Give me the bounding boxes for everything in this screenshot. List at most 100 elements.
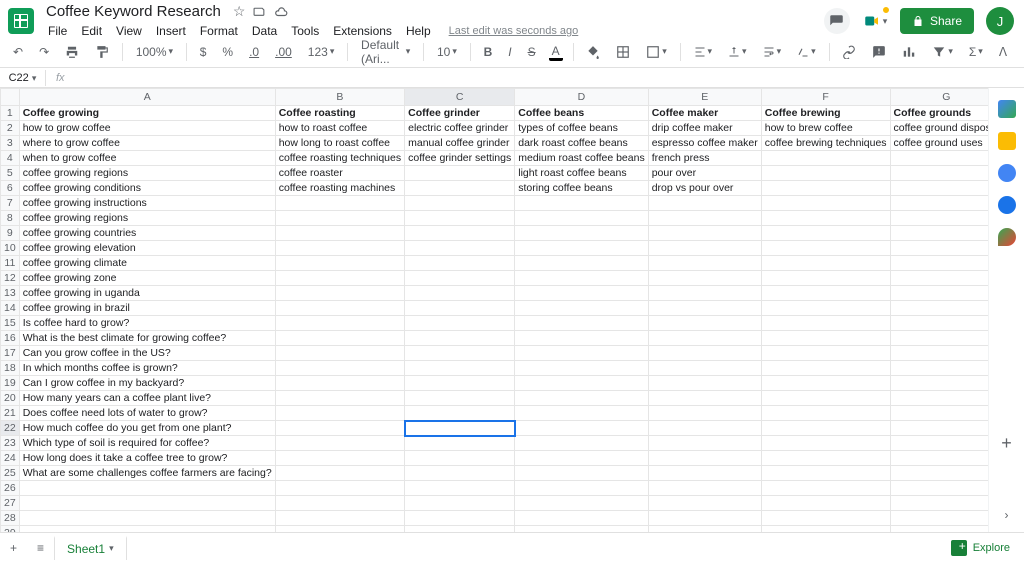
cell[interactable]: Coffee growing (19, 106, 275, 121)
format-percent-icon[interactable]: % (219, 43, 236, 61)
row-header[interactable]: 25 (1, 466, 20, 481)
cell[interactable] (275, 226, 404, 241)
cell[interactable] (515, 496, 648, 511)
paint-format-icon[interactable] (92, 43, 112, 61)
cell[interactable]: medium roast coffee beans (515, 151, 648, 166)
format-currency-icon[interactable]: $ (197, 43, 210, 61)
cell[interactable] (648, 331, 761, 346)
comment-icon[interactable] (869, 43, 889, 61)
cell[interactable] (275, 271, 404, 286)
cell[interactable] (890, 166, 988, 181)
all-sheets-icon[interactable]: ≡ (27, 541, 54, 555)
cell[interactable] (405, 181, 515, 196)
cell[interactable]: coffee growing climate (19, 256, 275, 271)
cell[interactable] (19, 526, 275, 533)
row-header[interactable]: 8 (1, 211, 20, 226)
cell[interactable]: coffee brewing techniques (761, 136, 890, 151)
cell[interactable]: Coffee beans (515, 106, 648, 121)
row-header[interactable]: 20 (1, 391, 20, 406)
cell[interactable] (761, 271, 890, 286)
cell[interactable] (648, 301, 761, 316)
cell[interactable]: dark roast coffee beans (515, 136, 648, 151)
cell[interactable] (761, 391, 890, 406)
row-header[interactable]: 22 (1, 421, 20, 436)
cell[interactable]: In which months coffee is grown? (19, 361, 275, 376)
row-header[interactable]: 1 (1, 106, 20, 121)
explore-button[interactable]: Explore (937, 540, 1024, 556)
row-header[interactable]: 5 (1, 166, 20, 181)
filter-icon[interactable]: ▾ (929, 43, 956, 61)
cell[interactable] (275, 241, 404, 256)
increase-decimal-icon[interactable]: .00 (272, 43, 295, 61)
cell[interactable]: coffee roasting machines (275, 181, 404, 196)
cell[interactable] (761, 496, 890, 511)
cell[interactable] (648, 496, 761, 511)
cell[interactable] (890, 451, 988, 466)
cell[interactable] (275, 451, 404, 466)
cell[interactable] (275, 466, 404, 481)
row-header[interactable]: 9 (1, 226, 20, 241)
cell[interactable] (275, 391, 404, 406)
cell[interactable] (405, 466, 515, 481)
cell[interactable] (761, 406, 890, 421)
cell[interactable]: How long does it take a coffee tree to g… (19, 451, 275, 466)
row-header[interactable]: 27 (1, 496, 20, 511)
merge-cells-icon[interactable]: ▾ (643, 43, 670, 61)
cell[interactable] (515, 436, 648, 451)
cell[interactable] (405, 481, 515, 496)
cell[interactable] (648, 286, 761, 301)
row-header[interactable]: 4 (1, 151, 20, 166)
cell[interactable] (405, 406, 515, 421)
move-icon[interactable] (253, 5, 266, 18)
cell[interactable]: french press (648, 151, 761, 166)
row-header[interactable]: 18 (1, 361, 20, 376)
collapse-toolbar-icon[interactable]: ᐱ (996, 43, 1010, 61)
cell[interactable] (890, 256, 988, 271)
cell[interactable]: how to brew coffee (761, 121, 890, 136)
cell[interactable] (405, 211, 515, 226)
cell[interactable]: Which type of soil is required for coffe… (19, 436, 275, 451)
cell[interactable] (648, 451, 761, 466)
cell[interactable]: coffee growing regions (19, 211, 275, 226)
sheet-grid[interactable]: ABCDEFGHIJK1Coffee growingCoffee roastin… (0, 88, 988, 532)
row-header[interactable]: 23 (1, 436, 20, 451)
cell[interactable] (405, 436, 515, 451)
zoom-select[interactable]: 100% ▾ (133, 43, 176, 61)
cell[interactable] (890, 271, 988, 286)
cell[interactable] (405, 226, 515, 241)
fill-color-icon[interactable] (583, 43, 603, 61)
cell[interactable]: What is the best climate for growing cof… (19, 331, 275, 346)
cell[interactable] (515, 301, 648, 316)
cell[interactable]: coffee growing zone (19, 271, 275, 286)
cell[interactable] (515, 406, 648, 421)
cell[interactable] (890, 181, 988, 196)
row-header[interactable]: 6 (1, 181, 20, 196)
cell[interactable] (761, 151, 890, 166)
cell[interactable] (761, 376, 890, 391)
cell[interactable] (648, 361, 761, 376)
cell[interactable] (761, 301, 890, 316)
cell[interactable] (890, 526, 988, 533)
cell[interactable] (890, 466, 988, 481)
bold-icon[interactable]: B (481, 43, 496, 61)
row-header[interactable]: 7 (1, 196, 20, 211)
cell[interactable] (405, 361, 515, 376)
cell[interactable] (275, 316, 404, 331)
cell[interactable]: storing coffee beans (515, 181, 648, 196)
share-button[interactable]: Share (900, 8, 974, 34)
row-header[interactable]: 2 (1, 121, 20, 136)
row-header[interactable]: 13 (1, 286, 20, 301)
cell[interactable] (19, 511, 275, 526)
cell[interactable] (648, 241, 761, 256)
cell[interactable] (405, 331, 515, 346)
cell[interactable] (890, 346, 988, 361)
cell[interactable] (761, 436, 890, 451)
cell[interactable] (761, 346, 890, 361)
cell[interactable] (648, 481, 761, 496)
cell[interactable] (515, 241, 648, 256)
col-header[interactable]: A (19, 89, 275, 106)
cell[interactable] (761, 481, 890, 496)
cell[interactable] (405, 391, 515, 406)
cell[interactable] (648, 421, 761, 436)
row-header[interactable]: 17 (1, 346, 20, 361)
